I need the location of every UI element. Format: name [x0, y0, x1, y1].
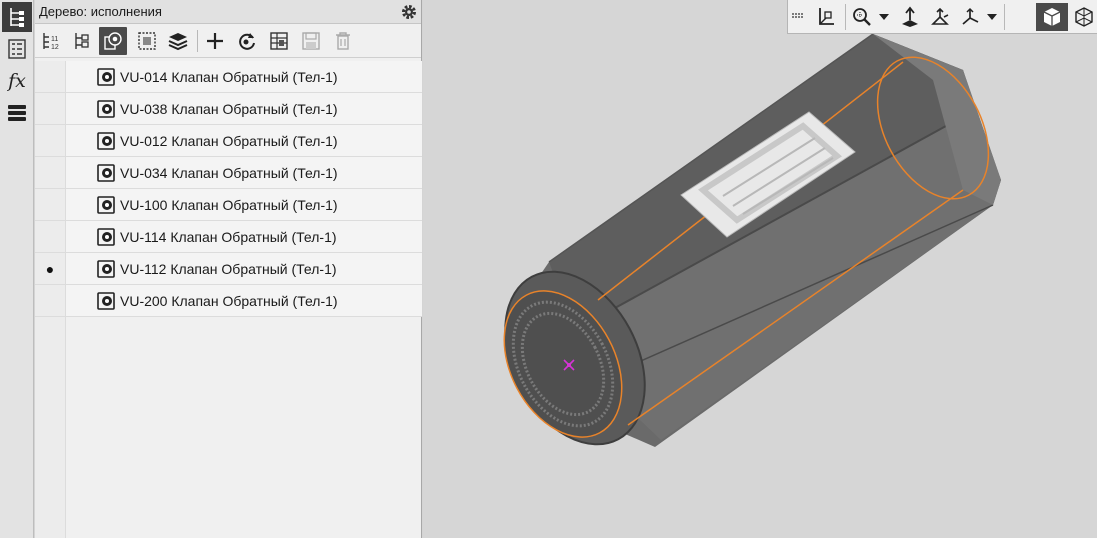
delete-icon[interactable]: [329, 27, 357, 55]
active-variant-marker: [35, 189, 66, 220]
svg-text:12: 12: [51, 44, 59, 51]
toolbar-separator: [197, 30, 198, 52]
fx-label: fx: [8, 70, 26, 92]
add-variant-icon[interactable]: [201, 27, 229, 55]
shaded-view-icon[interactable]: [1036, 3, 1068, 31]
zoom-icon[interactable]: [848, 3, 876, 31]
list-gutter: [35, 317, 66, 538]
variant-label: VU-114 Клапан Обратный (Тел-1): [120, 229, 337, 245]
part-variant-icon: [97, 68, 115, 86]
save-icon[interactable]: [297, 27, 325, 55]
variant-label: VU-200 Клапан Обратный (Тел-1): [120, 293, 338, 309]
valve-body-model[interactable]: [423, 0, 1097, 538]
structure-tree-icon[interactable]: [68, 27, 96, 55]
variant-label: VU-112 Клапан Обратный (Тел-1): [120, 261, 337, 277]
panel-header: Дерево: исполнения: [35, 0, 421, 24]
part-variant-icon: [97, 164, 115, 182]
dropdown-arrow-icon[interactable]: [984, 3, 1000, 31]
panel-toolbar: 11 12: [35, 24, 421, 58]
variant-label: VU-014 Клапан Обратный (Тел-1): [120, 69, 338, 85]
variant-row[interactable]: VU-114 Клапан Обратный (Тел-1): [35, 221, 422, 253]
active-variant-marker: [35, 61, 66, 92]
grip-icon[interactable]: [788, 3, 808, 31]
left-icon-strip: fx: [0, 0, 34, 538]
toolbar-separator: [845, 4, 846, 30]
active-variant-marker: [35, 221, 66, 252]
variant-label: VU-034 Клапан Обратный (Тел-1): [120, 165, 338, 181]
active-variant-marker: [35, 157, 66, 188]
variants-list: VU-014 Клапан Обратный (Тел-1) VU-038 Кла…: [35, 61, 422, 317]
gear-icon[interactable]: [400, 3, 418, 21]
part-variant-icon: [97, 132, 115, 150]
properties-icon[interactable]: [2, 34, 32, 64]
variant-row[interactable]: VU-038 Клапан Обратный (Тел-1): [35, 93, 422, 125]
tree-icon[interactable]: [2, 2, 32, 32]
wireframe-view-icon[interactable]: [1070, 3, 1097, 31]
part-variant-icon: [97, 196, 115, 214]
active-variant-marker: [35, 93, 66, 124]
variant-row[interactable]: ● VU-112 Клапан Обратный (Тел-1): [35, 253, 422, 285]
layers-stack-icon[interactable]: [164, 27, 192, 55]
panel-title: Дерево: исполнения: [39, 4, 162, 19]
axes-icon[interactable]: [956, 3, 984, 31]
toolbar-separator: [1004, 4, 1005, 30]
active-variant-marker: [35, 285, 66, 316]
table-icon[interactable]: [265, 27, 293, 55]
svg-text:11: 11: [51, 36, 58, 43]
variant-row[interactable]: VU-014 Клапан Обратный (Тел-1): [35, 61, 422, 93]
variant-row[interactable]: VU-200 Клапан Обратный (Тел-1): [35, 285, 422, 317]
normal-view-icon[interactable]: [896, 3, 924, 31]
variant-label: VU-100 Клапан Обратный (Тел-1): [120, 197, 338, 213]
variant-row[interactable]: VU-012 Клапан Обратный (Тел-1): [35, 125, 422, 157]
variants-icon[interactable]: [99, 27, 127, 55]
coordinate-system-icon[interactable]: [812, 3, 840, 31]
3d-viewport[interactable]: [423, 0, 1097, 538]
sort-numbers-icon[interactable]: 11 12: [38, 27, 66, 55]
part-variant-icon: [97, 260, 115, 278]
dropdown-arrow-icon[interactable]: [876, 3, 892, 31]
variant-row[interactable]: VU-100 Клапан Обратный (Тел-1): [35, 189, 422, 221]
part-variant-icon: [97, 100, 115, 118]
part-variant-icon: [97, 228, 115, 246]
layers-icon[interactable]: [2, 98, 32, 128]
viewport-toolbar: [787, 0, 1097, 34]
variant-row[interactable]: VU-034 Клапан Обратный (Тел-1): [35, 157, 422, 189]
variables-fx-icon[interactable]: fx: [2, 66, 32, 96]
select-area-icon[interactable]: [133, 27, 161, 55]
refresh-variant-icon[interactable]: [233, 27, 261, 55]
part-variant-icon: [97, 292, 115, 310]
variant-label: VU-012 Клапан Обратный (Тел-1): [120, 133, 338, 149]
variant-label: VU-038 Клапан Обратный (Тел-1): [120, 101, 338, 117]
variants-tree-panel: Дерево: исполнения 11 12 VU-014 Клапан О…: [35, 0, 422, 538]
active-variant-marker: [35, 125, 66, 156]
orientation-icon[interactable]: [926, 3, 954, 31]
active-variant-marker: ●: [35, 253, 66, 284]
